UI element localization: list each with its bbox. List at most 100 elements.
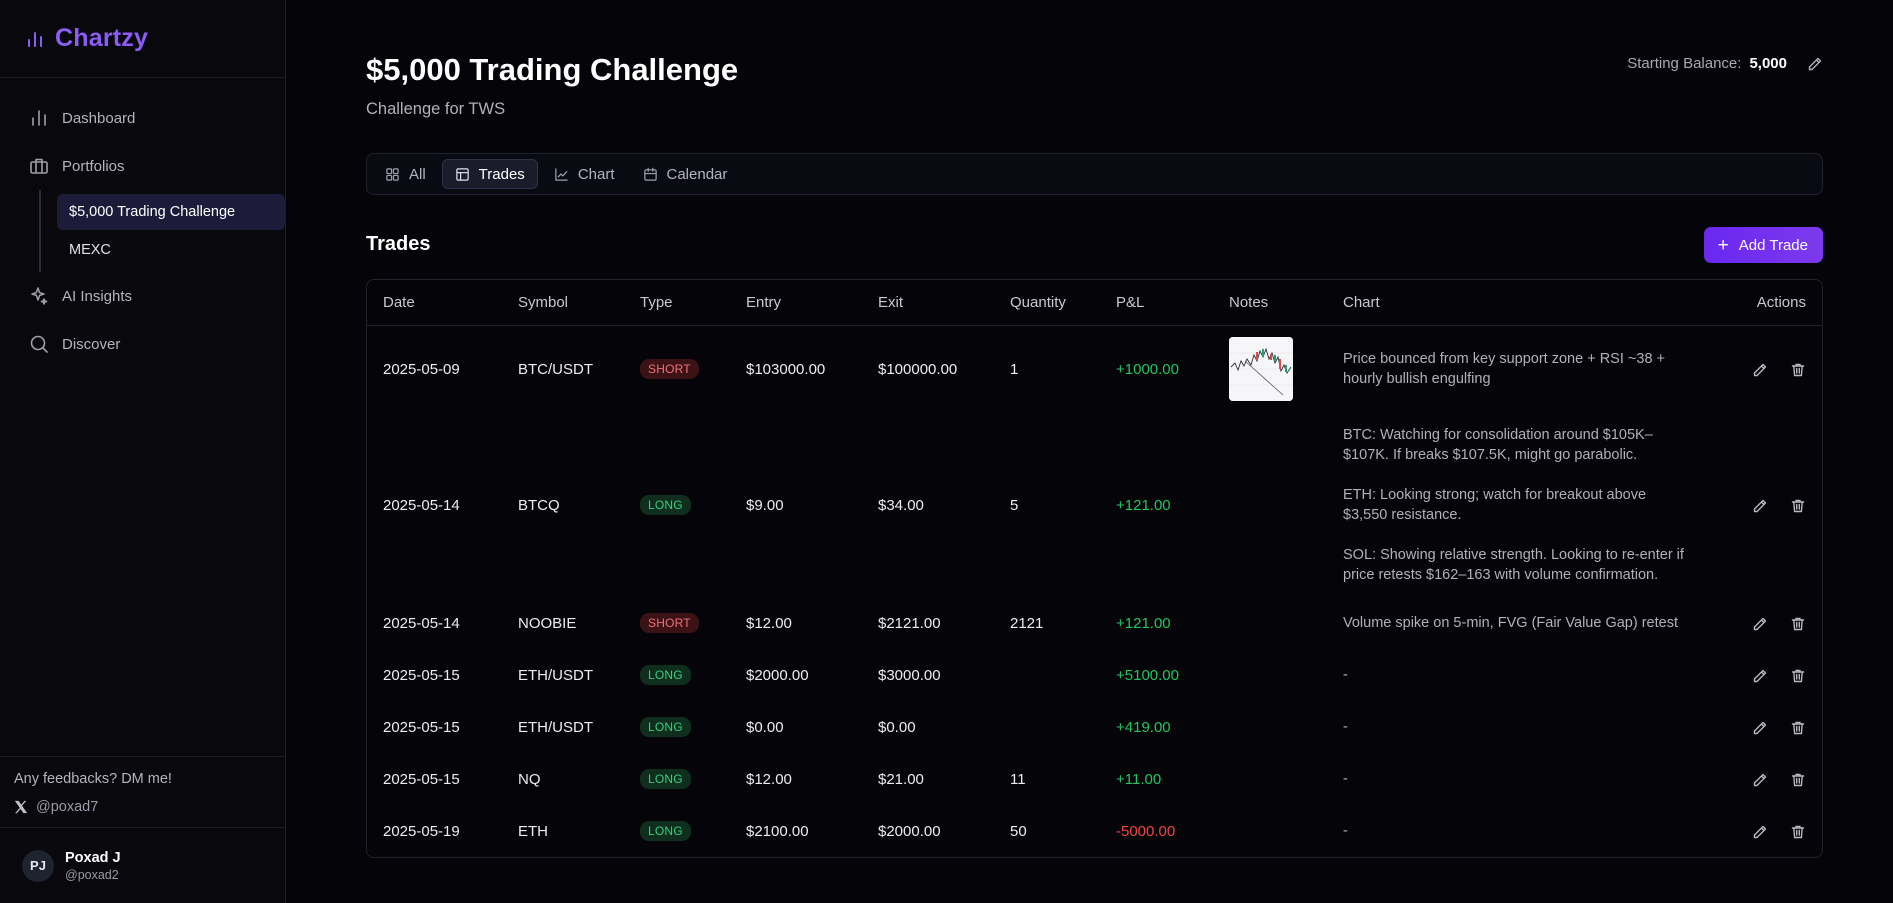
delete-button[interactable]	[1790, 616, 1806, 632]
chart-note-line: SOL: Showing relative strength. Looking …	[1343, 547, 1684, 583]
tab-all[interactable]: All	[373, 159, 438, 189]
edit-button[interactable]	[1752, 720, 1768, 736]
pencil-icon[interactable]	[1807, 56, 1823, 72]
cell-type: LONG	[624, 753, 730, 805]
edit-button[interactable]	[1752, 616, 1768, 632]
table-header-row: Date Symbol Type Entry Exit Quantity P&L…	[367, 280, 1822, 326]
tab-label: Chart	[577, 165, 615, 183]
portfolio-item-mexc[interactable]: MEXC	[57, 232, 285, 268]
delete-button[interactable]	[1790, 668, 1806, 684]
cell-pnl: +121.00	[1116, 496, 1171, 514]
column-header-entry[interactable]: Entry	[730, 280, 862, 326]
cell-quantity: 5	[1010, 496, 1019, 514]
starting-balance: Starting Balance: 5,000	[1627, 55, 1823, 72]
table-row[interactable]: 2025-05-14 NOOBIE SHORT $12.00 $2121.00 …	[367, 597, 1822, 649]
table-row[interactable]: 2025-05-14 BTCQ LONG $9.00 $34.00 5 +121…	[367, 413, 1822, 597]
delete-button[interactable]	[1790, 362, 1806, 378]
cell-entry: $0.00	[746, 718, 784, 736]
balance-label: Starting Balance:	[1627, 55, 1742, 72]
add-trade-button[interactable]: + Add Trade	[1703, 227, 1823, 263]
pencil-icon	[1753, 721, 1767, 734]
chart-note-line: ETH: Looking strong; watch for breakout …	[1343, 487, 1647, 523]
chart-note: Price bounced from key support zone + RS…	[1343, 349, 1718, 389]
table-row[interactable]: 2025-05-15 NQ LONG $12.00 $21.00 11 +11.…	[367, 753, 1822, 805]
cell-exit: $21.00	[878, 770, 924, 788]
column-header-chart[interactable]: Chart	[1327, 280, 1718, 326]
calendar-icon	[643, 167, 657, 181]
trash-icon	[1791, 499, 1805, 512]
cell-chart: Price bounced from key support zone + RS…	[1327, 325, 1718, 413]
chart-note-line: BTC: Watching for consolidation around $…	[1343, 427, 1653, 463]
delete-button[interactable]	[1790, 772, 1806, 788]
edit-button[interactable]	[1752, 824, 1768, 840]
cell-chart: BTC: Watching for consolidation around $…	[1327, 413, 1718, 597]
edit-button[interactable]	[1752, 772, 1768, 788]
cell-type: SHORT	[624, 597, 730, 649]
column-header-quantity[interactable]: Quantity	[994, 280, 1100, 326]
main-content: $5,000 Trading Challenge Challenge for T…	[286, 0, 1893, 903]
view-tabs: All Trades Chart Calendar	[366, 153, 1823, 195]
pencil-icon	[1753, 499, 1767, 512]
chart-note-line: -	[1343, 823, 1348, 839]
edit-button[interactable]	[1752, 362, 1768, 378]
sidebar-item-portfolios[interactable]: Portfolios	[0, 142, 285, 190]
cell-type: LONG	[624, 701, 730, 753]
table-row[interactable]: 2025-05-19 ETH LONG $2100.00 $2000.00 50…	[367, 805, 1822, 857]
delete-button[interactable]	[1790, 824, 1806, 840]
trade-chart-thumbnail[interactable]	[1229, 337, 1293, 402]
cell-symbol: BTC/USDT	[518, 360, 593, 378]
tab-trades[interactable]: Trades	[441, 159, 538, 189]
sparkles-icon	[31, 287, 48, 305]
table-row[interactable]: 2025-05-09 BTC/USDT SHORT $103000.00 $10…	[367, 325, 1822, 413]
cell-pnl: +5100.00	[1116, 666, 1179, 684]
page-subtitle: Challenge for TWS	[366, 100, 506, 118]
sidebar-item-ai-insights[interactable]: AI Insights	[0, 272, 285, 320]
column-header-type[interactable]: Type	[624, 280, 730, 326]
tab-calendar[interactable]: Calendar	[631, 159, 740, 189]
cell-notes	[1213, 649, 1327, 701]
cell-entry: $12.00	[746, 770, 792, 788]
tab-chart[interactable]: Chart	[542, 159, 627, 189]
user-profile[interactable]: PJ Poxad J @poxad2	[0, 827, 285, 903]
column-header-date[interactable]: Date	[367, 280, 502, 326]
cell-actions	[1718, 413, 1822, 597]
cell-pnl: +11.00	[1116, 770, 1162, 788]
portfolio-item-trading-challenge[interactable]: $5,000 Trading Challenge	[57, 194, 285, 230]
section-title: Trades	[366, 233, 431, 255]
cell-symbol: NQ	[518, 770, 541, 788]
delete-button[interactable]	[1790, 720, 1806, 736]
cell-entry: $12.00	[746, 614, 792, 632]
table-row[interactable]: 2025-05-15 ETH/USDT LONG $0.00 $0.00 +41…	[367, 701, 1822, 753]
briefcase-icon	[30, 158, 48, 174]
cell-entry: $2100.00	[746, 822, 809, 840]
brand[interactable]: Chartzy	[0, 0, 285, 78]
cell-pnl: -5000.00	[1116, 822, 1176, 840]
edit-button[interactable]	[1752, 498, 1768, 514]
cell-date: 2025-05-14	[383, 614, 460, 632]
chart-note-line: -	[1343, 667, 1348, 683]
trades-table: Date Symbol Type Entry Exit Quantity P&L…	[366, 279, 1823, 858]
column-header-actions: Actions	[1718, 280, 1822, 326]
cell-symbol: ETH/USDT	[518, 718, 593, 736]
column-header-notes[interactable]: Notes	[1213, 280, 1327, 326]
tab-label: All	[409, 165, 426, 183]
pencil-icon	[1753, 669, 1767, 682]
column-header-exit[interactable]: Exit	[862, 280, 994, 326]
chart-note: Volume spike on 5-min, FVG (Fair Value G…	[1343, 613, 1718, 633]
cell-actions	[1718, 805, 1822, 857]
cell-exit: $100000.00	[878, 360, 958, 378]
sidebar-item-discover[interactable]: Discover	[0, 320, 285, 368]
pencil-icon	[1753, 363, 1767, 376]
table-row[interactable]: 2025-05-15 ETH/USDT LONG $2000.00 $3000.…	[367, 649, 1822, 701]
column-header-pnl[interactable]: P&L	[1100, 280, 1213, 326]
trade-type-badge: SHORT	[640, 359, 699, 380]
delete-button[interactable]	[1790, 498, 1806, 514]
sidebar-item-dashboard[interactable]: Dashboard	[0, 94, 285, 142]
twitter-link[interactable]: @poxad7	[14, 799, 271, 815]
column-header-symbol[interactable]: Symbol	[502, 280, 624, 326]
chart-note: -	[1343, 717, 1718, 737]
edit-button[interactable]	[1752, 668, 1768, 684]
grid-icon	[386, 167, 399, 181]
trade-type-badge: LONG	[640, 821, 691, 841]
cell-entry: $9.00	[746, 496, 784, 514]
